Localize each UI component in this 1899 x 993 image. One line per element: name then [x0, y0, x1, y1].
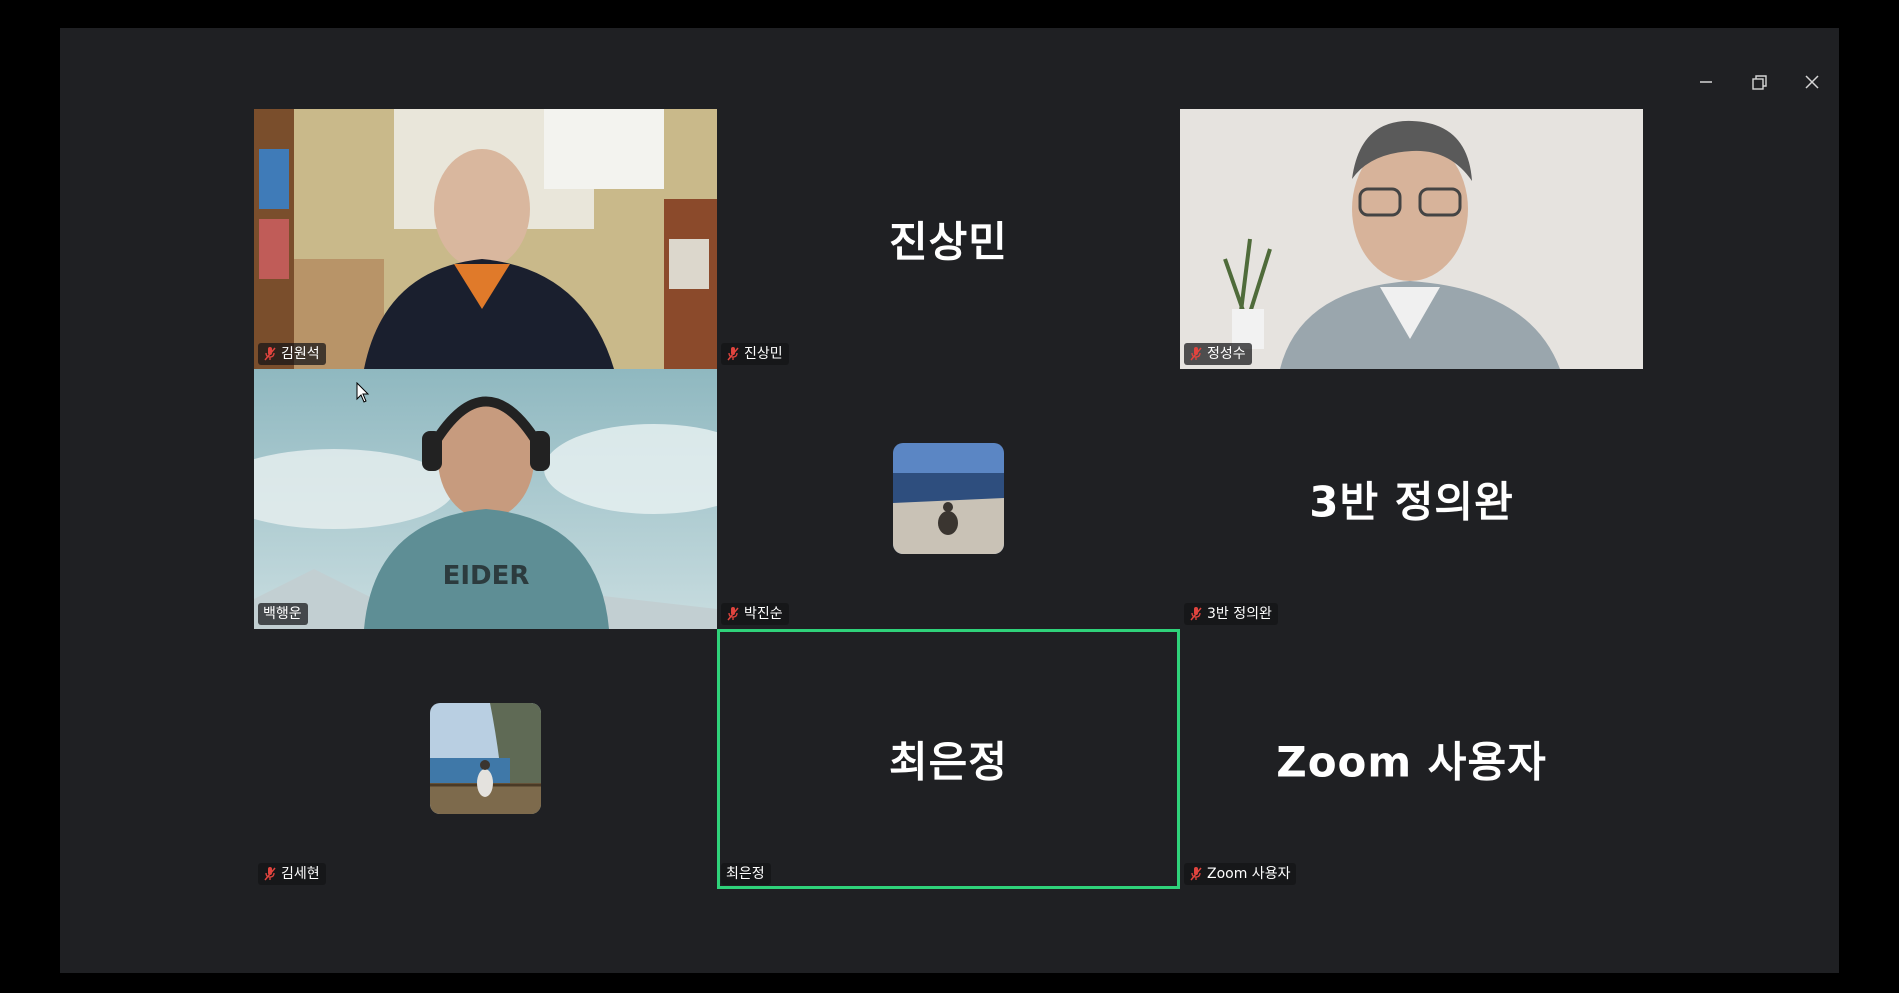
video-feed: [1180, 109, 1643, 369]
mic-muted-icon: [1189, 866, 1203, 882]
participant-display-name: 최은정: [889, 737, 1008, 787]
participant-name: 백행운: [263, 606, 302, 622]
participant-display-name: Zoom 사용자: [1276, 737, 1547, 787]
participant-label: 진상민: [721, 343, 789, 365]
participant-label: 김세현: [258, 863, 326, 885]
mic-muted-icon: [1189, 346, 1203, 362]
participant-label: 정성수: [1184, 343, 1252, 365]
restore-icon: [1752, 75, 1767, 90]
mic-muted-icon: [726, 346, 740, 362]
participant-tile-zoom-user[interactable]: Zoom 사용자 Zoom 사용자: [1180, 629, 1643, 889]
participant-label: 김원석: [258, 343, 326, 365]
participant-tile-jin-sangmin[interactable]: 진상민 진상민: [717, 109, 1180, 369]
participant-display-name: 진상민: [889, 217, 1008, 267]
participant-name: 박진순: [744, 606, 783, 622]
participant-avatar: [893, 443, 1004, 554]
restore-button[interactable]: [1733, 56, 1785, 108]
mouse-cursor-icon: [356, 382, 370, 403]
minimize-button[interactable]: [1680, 56, 1732, 108]
participant-tile-jeong-seongsu[interactable]: 정성수: [1180, 109, 1643, 369]
participant-tile-park-jinsun[interactable]: 박진순: [717, 369, 1180, 629]
participant-label: 3반 정의완: [1184, 603, 1278, 625]
mic-muted-icon: [263, 866, 277, 882]
participant-label: 박진순: [721, 603, 789, 625]
mic-muted-icon: [726, 606, 740, 622]
participant-label: 백행운: [258, 603, 308, 625]
participant-label: Zoom 사용자: [1184, 863, 1297, 885]
participant-tile-jeong-uiwan[interactable]: 3반 정의완 3반 정의완: [1180, 369, 1643, 629]
participant-label: 최은정: [721, 863, 771, 885]
svg-text:EIDER: EIDER: [443, 561, 530, 591]
participant-name: 3반 정의완: [1207, 606, 1272, 622]
mic-muted-icon: [263, 346, 277, 362]
participant-name: 진상민: [744, 346, 783, 362]
participant-name: 김세현: [281, 866, 320, 882]
participant-tile-kim-sehyeon[interactable]: 김세현: [254, 629, 717, 889]
participant-avatar: [430, 703, 541, 814]
video-feed: [254, 109, 717, 369]
participant-name: Zoom 사용자: [1207, 866, 1291, 882]
close-button[interactable]: [1786, 56, 1838, 108]
participant-display-name: 3반 정의완: [1309, 477, 1514, 527]
participant-name: 김원석: [281, 346, 320, 362]
video-feed: EIDER: [254, 369, 717, 629]
participant-tile-kim-wonseok[interactable]: 김원석: [254, 109, 717, 369]
mic-muted-icon: [1189, 606, 1203, 622]
participant-name: 정성수: [1207, 346, 1246, 362]
participant-tile-baek-haengun[interactable]: EIDER 백행운: [254, 369, 717, 629]
participant-tile-choi-eunjeong[interactable]: 최은정 최은정: [717, 629, 1180, 889]
participant-name: 최은정: [726, 866, 765, 882]
close-icon: [1805, 75, 1819, 89]
minimize-icon: [1700, 81, 1712, 83]
